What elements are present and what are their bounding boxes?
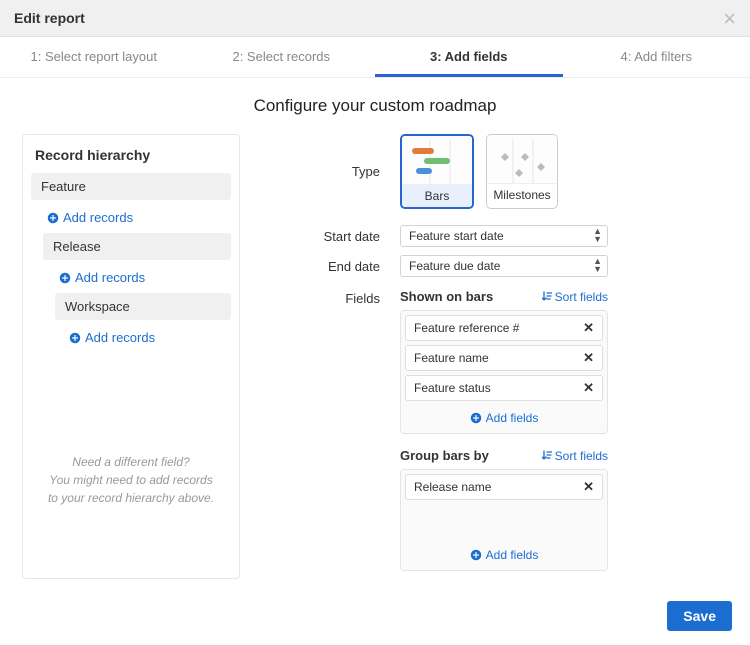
label-fields: Fields	[270, 287, 400, 306]
sort-label: Sort fields	[555, 449, 608, 463]
page-title: Configure your custom roadmap	[22, 96, 728, 116]
type-card-bars[interactable]: Bars	[400, 134, 474, 209]
plus-circle-icon	[47, 212, 59, 224]
type-card-label: Bars	[402, 184, 472, 207]
plus-circle-icon	[470, 549, 482, 561]
add-records-label: Add records	[75, 270, 145, 285]
milestones-preview-icon	[487, 135, 557, 183]
close-icon[interactable]: ×	[723, 13, 736, 24]
add-fields-label: Add fields	[486, 411, 539, 425]
add-records-link[interactable]: Add records	[43, 204, 231, 233]
modal-title: Edit report	[14, 10, 85, 26]
record-hierarchy-panel: Record hierarchy Feature Add records Rel…	[22, 134, 240, 579]
step-1[interactable]: 1: Select report layout	[0, 37, 188, 77]
wizard-steps: 1: Select report layout 2: Select record…	[0, 37, 750, 78]
field-chip[interactable]: Feature reference # ✕	[405, 315, 603, 341]
footer: Save	[0, 589, 750, 645]
row-fields: Fields Shown on bars Sort fields	[270, 287, 728, 571]
chip-label: Feature status	[414, 381, 491, 395]
add-records-label: Add records	[85, 330, 155, 345]
chip-label: Feature reference #	[414, 321, 519, 335]
sort-icon	[542, 291, 552, 302]
step-2[interactable]: 2: Select records	[188, 37, 376, 77]
select-value: Feature due date	[409, 259, 500, 273]
group-bars-by-box: Release name ✕ Add fields	[400, 469, 608, 571]
add-records-link[interactable]: Add records	[55, 264, 231, 293]
select-value: Feature start date	[409, 229, 504, 243]
block-header: Group bars by Sort fields	[400, 448, 608, 463]
label-start-date: Start date	[270, 229, 400, 244]
content: Configure your custom roadmap Record hie…	[0, 78, 750, 589]
row-start-date: Start date Feature start date ▲▼	[270, 225, 728, 247]
add-fields-label: Add fields	[486, 548, 539, 562]
shown-on-bars-block: Shown on bars Sort fields Feature refere…	[400, 289, 608, 434]
field-chip[interactable]: Feature status ✕	[405, 375, 603, 401]
shown-on-bars-box: Feature reference # ✕ Feature name ✕ Fea…	[400, 310, 608, 434]
block-header: Shown on bars Sort fields	[400, 289, 608, 304]
remove-chip-icon[interactable]: ✕	[583, 350, 594, 366]
bars-preview-icon	[402, 136, 472, 184]
remove-chip-icon[interactable]: ✕	[583, 479, 594, 495]
group-bars-by-block: Group bars by Sort fields Release name ✕	[400, 448, 608, 571]
modal-header: Edit report ×	[0, 0, 750, 37]
row-type: Type Bars	[270, 134, 728, 209]
hint-line: Need a different field?	[72, 455, 189, 469]
sort-fields-link[interactable]: Sort fields	[542, 290, 608, 304]
sort-label: Sort fields	[555, 290, 608, 304]
hierarchy-node-release[interactable]: Release	[43, 233, 231, 260]
plus-circle-icon	[470, 412, 482, 424]
hierarchy-node-label: Workspace	[65, 299, 130, 314]
sort-icon	[542, 450, 552, 461]
field-chip[interactable]: Release name ✕	[405, 474, 603, 500]
remove-chip-icon[interactable]: ✕	[583, 380, 594, 396]
type-card-label: Milestones	[487, 183, 557, 206]
hierarchy-node-workspace[interactable]: Workspace	[55, 293, 231, 320]
config-form: Type Bars	[270, 134, 728, 579]
hierarchy-node-label: Release	[53, 239, 101, 254]
type-card-milestones[interactable]: Milestones	[486, 134, 558, 209]
hierarchy-tree: Feature Add records Release Add records …	[31, 173, 231, 353]
add-fields-link[interactable]: Add fields	[405, 542, 603, 566]
add-records-link[interactable]: Add records	[65, 324, 231, 353]
type-cards: Bars Mil	[400, 134, 558, 209]
record-hierarchy-title: Record hierarchy	[35, 147, 227, 163]
remove-chip-icon[interactable]: ✕	[583, 320, 594, 336]
end-date-select[interactable]: Feature due date	[400, 255, 608, 277]
field-chip[interactable]: Feature name ✕	[405, 345, 603, 371]
hierarchy-hint: Need a different field? You might need t…	[31, 453, 231, 507]
label-end-date: End date	[270, 259, 400, 274]
save-button[interactable]: Save	[667, 601, 732, 631]
hint-line: to your record hierarchy above.	[48, 491, 214, 505]
add-fields-link[interactable]: Add fields	[405, 405, 603, 429]
start-date-select[interactable]: Feature start date	[400, 225, 608, 247]
add-records-label: Add records	[63, 210, 133, 225]
hierarchy-node-feature[interactable]: Feature	[31, 173, 231, 200]
block-title: Group bars by	[400, 448, 489, 463]
chip-label: Feature name	[414, 351, 489, 365]
hierarchy-node-label: Feature	[41, 179, 86, 194]
body-row: Record hierarchy Feature Add records Rel…	[22, 134, 728, 579]
fields-col: Shown on bars Sort fields Feature refere…	[400, 287, 728, 571]
plus-circle-icon	[69, 332, 81, 344]
block-title: Shown on bars	[400, 289, 493, 304]
hint-line: You might need to add records	[49, 473, 212, 487]
step-3[interactable]: 3: Add fields	[375, 37, 563, 77]
label-type: Type	[270, 164, 400, 179]
step-4[interactable]: 4: Add filters	[563, 37, 750, 77]
sort-fields-link[interactable]: Sort fields	[542, 449, 608, 463]
row-end-date: End date Feature due date ▲▼	[270, 255, 728, 277]
plus-circle-icon	[59, 272, 71, 284]
chip-label: Release name	[414, 480, 491, 494]
